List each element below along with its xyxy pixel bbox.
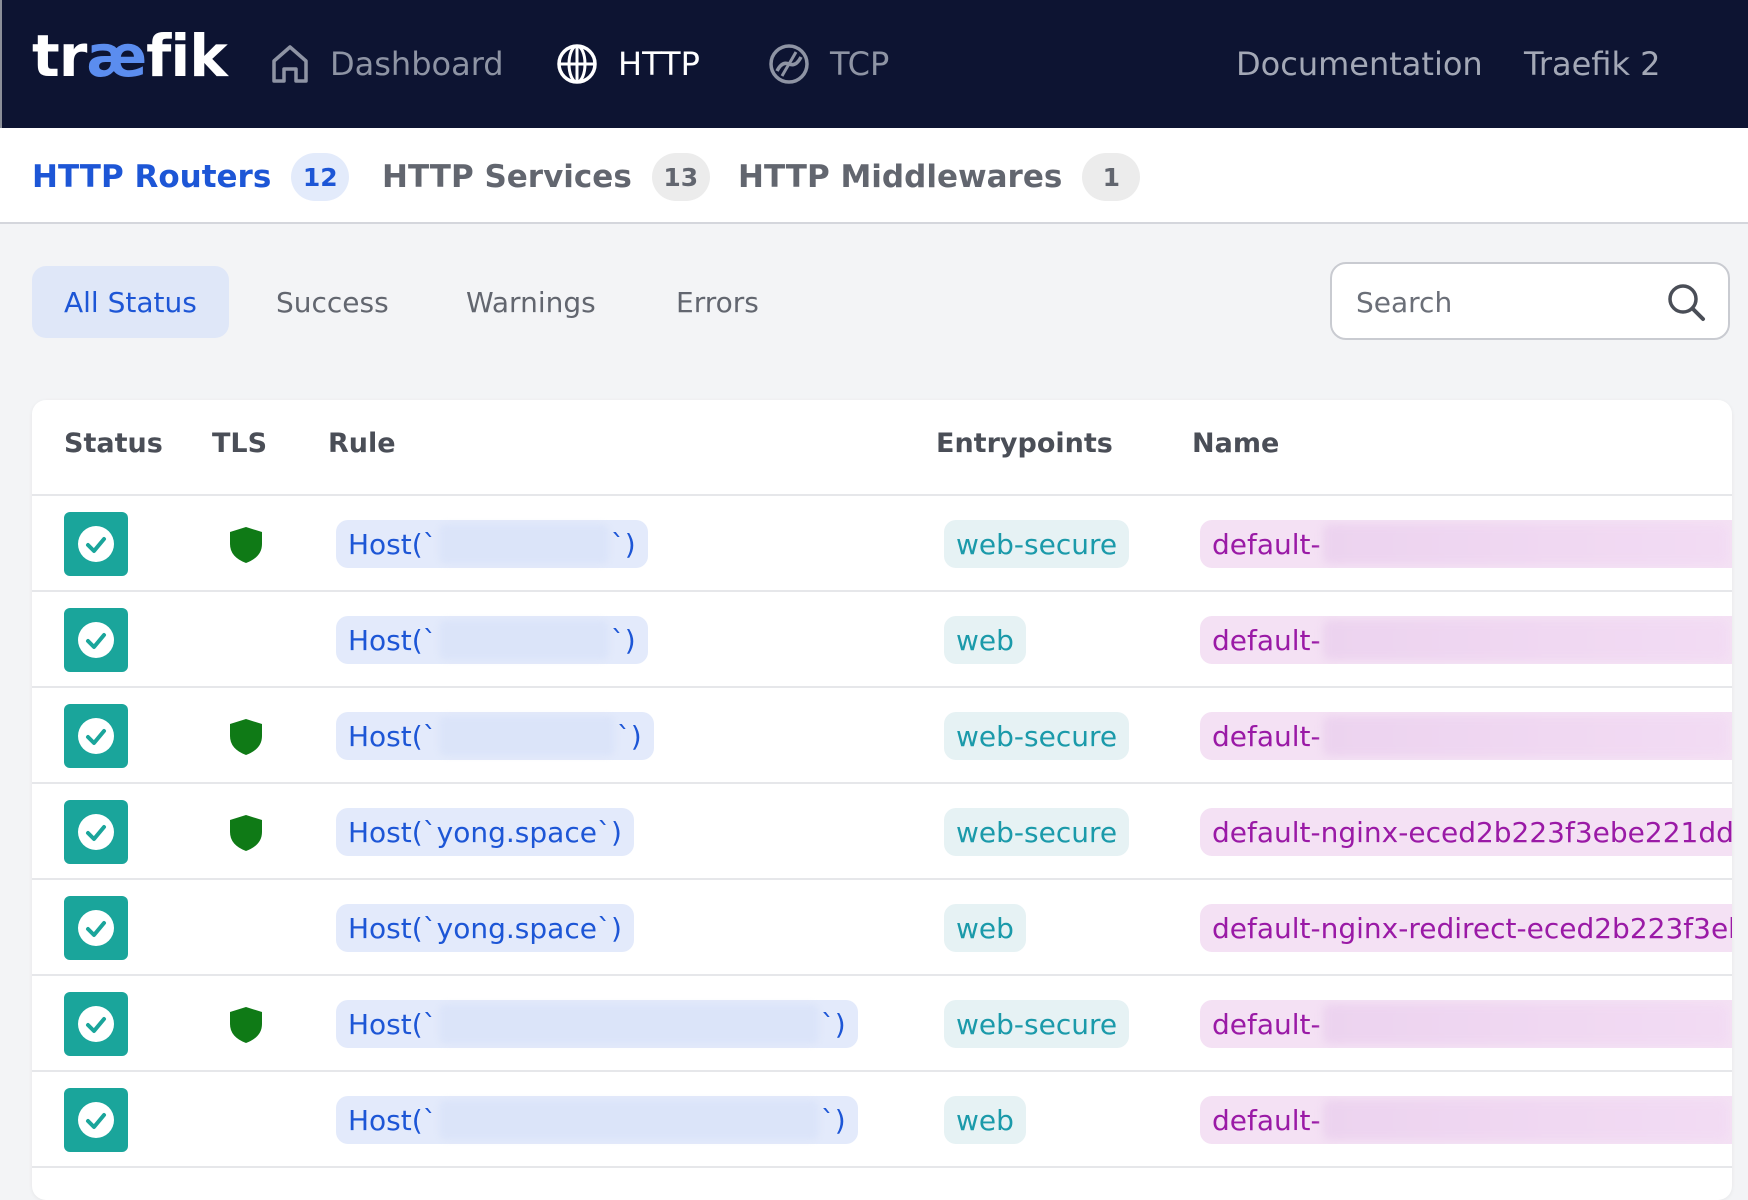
nav-http-label: HTTP — [618, 45, 700, 83]
router-name-chip: default- — [1200, 616, 1732, 664]
tab-http-middlewares[interactable]: HTTP Middlewares 1 — [738, 152, 1141, 202]
rule-chip: Host(`yong.space`) — [336, 904, 634, 952]
filter-warnings[interactable]: Warnings — [434, 266, 628, 338]
check-icon — [78, 718, 114, 754]
router-name-chip: default- — [1200, 712, 1732, 760]
nav-tcp[interactable]: TCP — [768, 34, 889, 94]
nav-http[interactable]: HTTP — [556, 34, 700, 94]
entrypoint-chip: web — [944, 1096, 1026, 1144]
header-name[interactable]: Name — [1192, 428, 1279, 459]
rule-chip: Host(` `) — [336, 520, 648, 568]
tls-shield-icon — [230, 527, 262, 563]
nav-tcp-label: TCP — [830, 45, 890, 83]
check-icon — [78, 1102, 114, 1138]
traefik-version-link[interactable]: Traefik 2 — [1524, 34, 1661, 94]
filter-success[interactable]: Success — [244, 266, 421, 338]
entrypoint-chip: web-secure — [944, 712, 1130, 760]
rule-chip: Host(` `) — [336, 1096, 858, 1144]
router-name-chip: default- — [1200, 1000, 1732, 1048]
documentation-link[interactable]: Documentation — [1236, 34, 1483, 94]
search-icon[interactable] — [1666, 282, 1706, 322]
entrypoint-chip: web-secure — [944, 520, 1130, 568]
status-success-badge — [64, 992, 128, 1056]
header-status[interactable]: Status — [64, 428, 163, 459]
status-success-badge — [64, 512, 128, 576]
services-count-badge: 13 — [651, 153, 710, 201]
search-input[interactable] — [1354, 278, 1658, 326]
router-name-chip: default- — [1200, 1096, 1732, 1144]
router-name-chip: default- — [1200, 520, 1732, 568]
middlewares-count-badge: 1 — [1082, 153, 1141, 201]
table-row[interactable]: Host(` `) web-secure default- — [32, 496, 1732, 592]
rule-chip: Host(`yong.space`) — [336, 808, 634, 856]
check-icon — [78, 814, 114, 850]
table-header: Status TLS Rule Entrypoints Name — [32, 400, 1732, 496]
status-success-badge — [64, 608, 128, 672]
tab-http-routers-label: HTTP Routers — [32, 159, 272, 195]
check-icon — [78, 526, 114, 562]
tab-http-services[interactable]: HTTP Services 13 — [382, 152, 710, 202]
status-success-badge — [64, 704, 128, 768]
redacted-host — [438, 1004, 819, 1044]
tls-shield-icon — [230, 719, 262, 755]
router-name-chip: default-nginx-eced2b223f3ebe221ddb@ — [1200, 808, 1732, 856]
nav-dashboard-label: Dashboard — [330, 45, 504, 83]
entrypoint-chip: web — [944, 904, 1026, 952]
tab-http-middlewares-label: HTTP Middlewares — [738, 159, 1063, 195]
check-icon — [78, 910, 114, 946]
entrypoint-chip: web-secure — [944, 1000, 1130, 1048]
redacted-host — [438, 1100, 819, 1140]
header-rule[interactable]: Rule — [328, 428, 396, 459]
tab-http-services-label: HTTP Services — [382, 159, 632, 195]
status-success-badge — [64, 896, 128, 960]
check-icon — [78, 1006, 114, 1042]
top-navbar: træfik Dashboard HTTP TCP Documentation … — [0, 0, 1748, 128]
home-icon — [272, 45, 308, 83]
nav-dashboard[interactable]: Dashboard — [270, 34, 504, 94]
router-name-chip: default-nginx-redirect-eced2b223f3ebe2 — [1200, 904, 1732, 952]
table-row[interactable]: Host(` `) web default- — [32, 592, 1732, 688]
tab-http-routers[interactable]: HTTP Routers 12 — [32, 152, 350, 202]
table-row[interactable]: Host(`yong.space`) web-secure default-ng… — [32, 784, 1732, 880]
redacted-host — [438, 716, 615, 756]
table-row[interactable]: Host(` `) web-secure default- — [32, 688, 1732, 784]
http-subtabs: HTTP Routers 12 HTTP Services 13 HTTP Mi… — [0, 128, 1748, 224]
routers-count-badge: 12 — [291, 153, 350, 201]
table-row[interactable]: Host(` `) web default- — [32, 1072, 1732, 1168]
header-tls[interactable]: TLS — [212, 428, 267, 459]
entrypoint-chip: web-secure — [944, 808, 1130, 856]
status-success-badge — [64, 1088, 128, 1152]
rule-chip: Host(` `) — [336, 616, 648, 664]
rule-chip: Host(` `) — [336, 1000, 858, 1048]
tcp-icon — [769, 44, 809, 84]
check-icon — [78, 622, 114, 658]
tls-shield-icon — [230, 815, 262, 851]
redacted-name — [1322, 1004, 1728, 1044]
globe-icon — [557, 44, 597, 84]
redacted-host — [438, 524, 609, 564]
redacted-name — [1322, 524, 1728, 564]
entrypoint-chip: web — [944, 616, 1026, 664]
redacted-name — [1322, 620, 1728, 660]
routers-table: Status TLS Rule Entrypoints Name Host(` `… — [32, 400, 1732, 1200]
redacted-host — [438, 620, 609, 660]
table-row[interactable]: Host(` `) web-secure default- — [32, 976, 1732, 1072]
table-row[interactable]: Host(`yong.space`) web default-nginx-red… — [32, 880, 1732, 976]
tls-shield-icon — [230, 1007, 262, 1043]
redacted-name — [1322, 716, 1728, 756]
traefik-logo[interactable]: træfik — [32, 22, 228, 90]
filter-errors[interactable]: Errors — [644, 266, 791, 338]
header-entrypoints[interactable]: Entrypoints — [936, 428, 1113, 459]
status-success-badge — [64, 800, 128, 864]
redacted-name — [1322, 1100, 1728, 1140]
filter-all-status[interactable]: All Status — [32, 266, 229, 338]
search-box[interactable] — [1330, 262, 1730, 340]
rule-chip: Host(` `) — [336, 712, 654, 760]
